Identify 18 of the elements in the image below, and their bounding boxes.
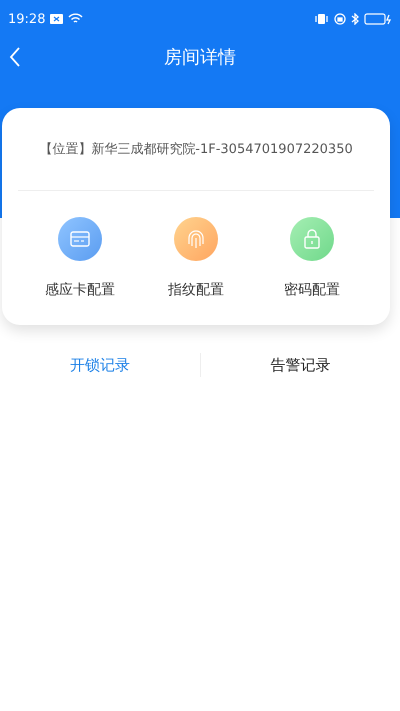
config-label[interactable]: 感应卡配置 — [45, 281, 115, 299]
status-time: 19:28 — [8, 12, 46, 26]
vibrate-icon — [314, 13, 329, 25]
room-location: 【位置】新华三成都研究院-1F-3054701907220350 — [39, 141, 353, 158]
message-icon — [50, 14, 64, 24]
wifi-icon — [68, 13, 84, 25]
config-label[interactable]: 密码配置 — [284, 281, 340, 299]
fingerprint-icon[interactable] — [174, 217, 218, 261]
padlock-icon[interactable] — [290, 217, 334, 261]
record-tab[interactable]: 开锁记录 — [70, 356, 130, 374]
record-tab[interactable]: 告警记录 — [270, 356, 330, 374]
card-icon[interactable] — [58, 217, 102, 261]
config-label[interactable]: 指纹配置 — [168, 281, 224, 299]
page-title: 房间详情 — [164, 46, 236, 69]
battery-icon — [364, 13, 392, 25]
bluetooth-icon — [351, 13, 359, 25]
alarm-icon — [334, 13, 346, 25]
back-icon[interactable] — [9, 47, 21, 67]
